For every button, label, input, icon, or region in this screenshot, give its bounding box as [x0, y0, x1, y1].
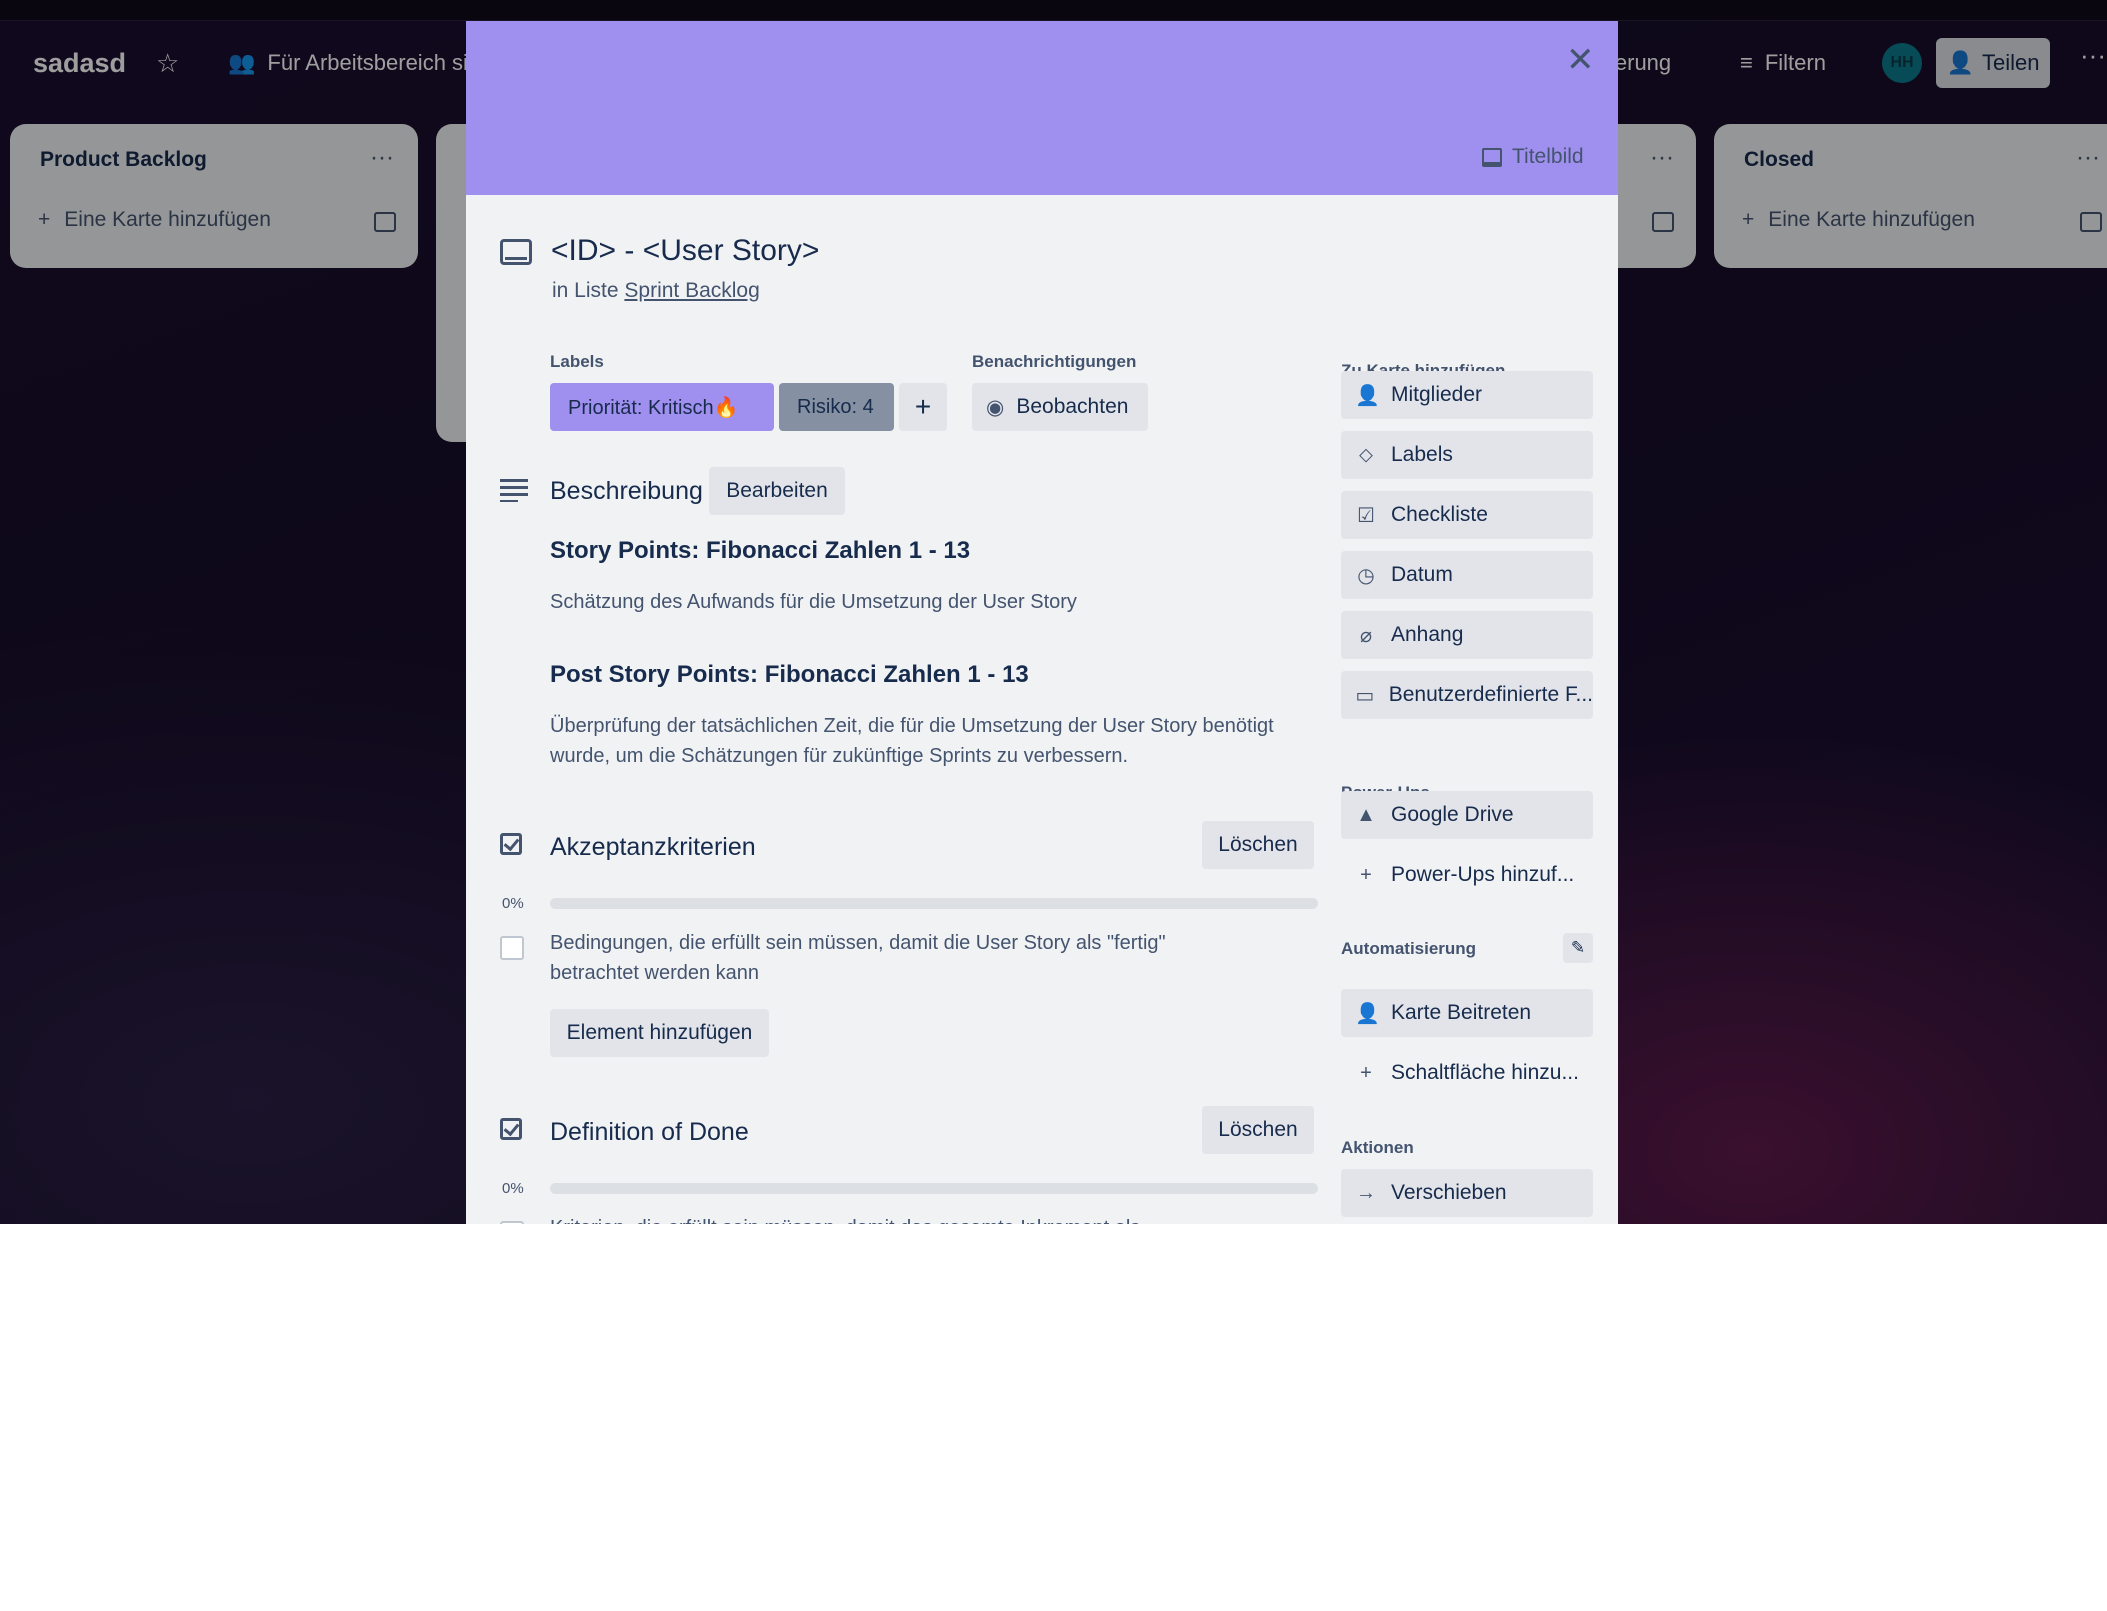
description-text: Schätzung des Aufwands für die Umsetzung…	[550, 591, 1077, 613]
labels-heading: Labels	[550, 352, 604, 371]
checklist-progress-bar	[550, 1183, 1318, 1194]
person-icon: 👤	[1355, 384, 1380, 407]
button-label: Google Drive	[1391, 803, 1514, 826]
attachment-button[interactable]: ⌀ Anhang	[1341, 611, 1593, 659]
in-list-prefix: in Liste	[552, 279, 619, 302]
notifications-heading: Benachrichtigungen	[972, 352, 1137, 371]
description-subheading: Story Points: Fibonacci Zahlen 1 - 13	[550, 537, 971, 564]
label-risk[interactable]: Risiko: 4	[779, 383, 894, 431]
description-heading: Beschreibung	[550, 477, 703, 505]
clock-icon: ◷	[1357, 564, 1375, 587]
google-drive-button[interactable]: ▲ Google Drive	[1341, 791, 1593, 839]
watch-label: Beobachten	[1016, 395, 1129, 418]
move-button[interactable]: → Verschieben	[1341, 1169, 1593, 1217]
custom-fields-button[interactable]: ▭ Benutzerdefinierte F...	[1341, 671, 1593, 719]
cover-label: Titelbild	[1512, 145, 1584, 168]
button-label: Karte Beitreten	[1391, 1001, 1532, 1024]
arrow-right-icon: →	[1356, 1181, 1376, 1204]
plus-icon: +	[1360, 863, 1372, 886]
tag-icon: ⬦	[1359, 443, 1373, 466]
add-label-button[interactable]: +	[899, 383, 947, 431]
paperclip-icon: ⌀	[1359, 624, 1373, 647]
checklist-item-text[interactable]: Bedingungen, die erfüllt sein müssen, da…	[550, 928, 1230, 988]
button-label: Datum	[1391, 563, 1453, 586]
label-priority[interactable]: Priorität: Kritisch🔥	[550, 383, 774, 431]
checklist-button[interactable]: ☑ Checkliste	[1341, 491, 1593, 539]
checklist-icon	[500, 1118, 522, 1140]
button-label: Verschieben	[1391, 1181, 1507, 1204]
card-title[interactable]: <ID> - <User Story>	[551, 234, 819, 268]
actions-heading: Aktionen	[1341, 1138, 1414, 1157]
custom-fields-icon: ▭	[1355, 684, 1375, 707]
checklist-item-checkbox[interactable]	[500, 1221, 524, 1224]
members-button[interactable]: 👤 Mitglieder	[1341, 371, 1593, 419]
cover-icon	[1482, 147, 1502, 167]
person-icon: 👤	[1355, 1002, 1380, 1025]
checklist-icon	[500, 833, 522, 855]
pencil-icon[interactable]: ✎	[1563, 933, 1593, 963]
checklist-progress-bar	[550, 898, 1318, 909]
labels-button[interactable]: ⬦ Labels	[1341, 431, 1593, 479]
cover-button[interactable]: Titelbild	[1482, 145, 1584, 169]
button-label: Mitglieder	[1391, 383, 1483, 406]
checklist-title[interactable]: Definition of Done	[550, 1118, 749, 1147]
checklist-progress-text: 0%	[502, 895, 524, 912]
button-label: Checkliste	[1391, 503, 1488, 526]
card-icon	[500, 239, 532, 265]
checklist-item-text[interactable]: Kriterien, die erfüllt sein müssen, dami…	[550, 1213, 1230, 1224]
button-label: Power-Ups hinzuf...	[1391, 863, 1575, 886]
google-drive-icon: ▲	[1356, 803, 1376, 826]
eye-icon: ◉	[986, 395, 1005, 419]
button-label: Benutzerdefinierte F...	[1388, 683, 1593, 706]
description-subheading: Post Story Points: Fibonacci Zahlen 1 - …	[550, 661, 1029, 688]
description-icon	[500, 478, 528, 507]
close-icon[interactable]: ✕	[1566, 43, 1595, 77]
date-button[interactable]: ◷ Datum	[1341, 551, 1593, 599]
add-item-button[interactable]: Element hinzufügen	[550, 1009, 769, 1057]
description-text: Überprüfung der tatsächlichen Zeit, die …	[550, 715, 1274, 767]
card-detail-modal: ✕ Titelbild <ID> - <User Story> in Liste…	[466, 21, 1618, 1224]
card-cover: ✕ Titelbild	[466, 21, 1618, 195]
automation-heading: Automatisierung	[1341, 939, 1477, 958]
checklist-item-checkbox[interactable]	[500, 936, 524, 960]
button-label: Labels	[1391, 443, 1453, 466]
checklist-icon: ☑	[1357, 504, 1375, 527]
button-label: Anhang	[1391, 623, 1464, 646]
list-link[interactable]: Sprint Backlog	[624, 279, 759, 302]
edit-description-button[interactable]: Bearbeiten	[709, 467, 845, 515]
checklist-title[interactable]: Akzeptanzkriterien	[550, 833, 756, 862]
plus-icon: +	[1360, 1061, 1372, 1084]
delete-checklist-button[interactable]: Löschen	[1202, 1106, 1314, 1154]
checklist-progress-text: 0%	[502, 1180, 524, 1197]
delete-checklist-button[interactable]: Löschen	[1202, 821, 1314, 869]
button-label: Schaltfläche hinzu...	[1391, 1061, 1579, 1084]
watch-button[interactable]: ◉ Beobachten	[972, 383, 1148, 431]
join-card-button[interactable]: 👤 Karte Beitreten	[1341, 989, 1593, 1037]
card-list-info: in Liste Sprint Backlog	[552, 279, 760, 303]
add-powerups-button[interactable]: + Power-Ups hinzuf...	[1341, 851, 1593, 899]
add-button-button[interactable]: + Schaltfläche hinzu...	[1341, 1049, 1593, 1097]
